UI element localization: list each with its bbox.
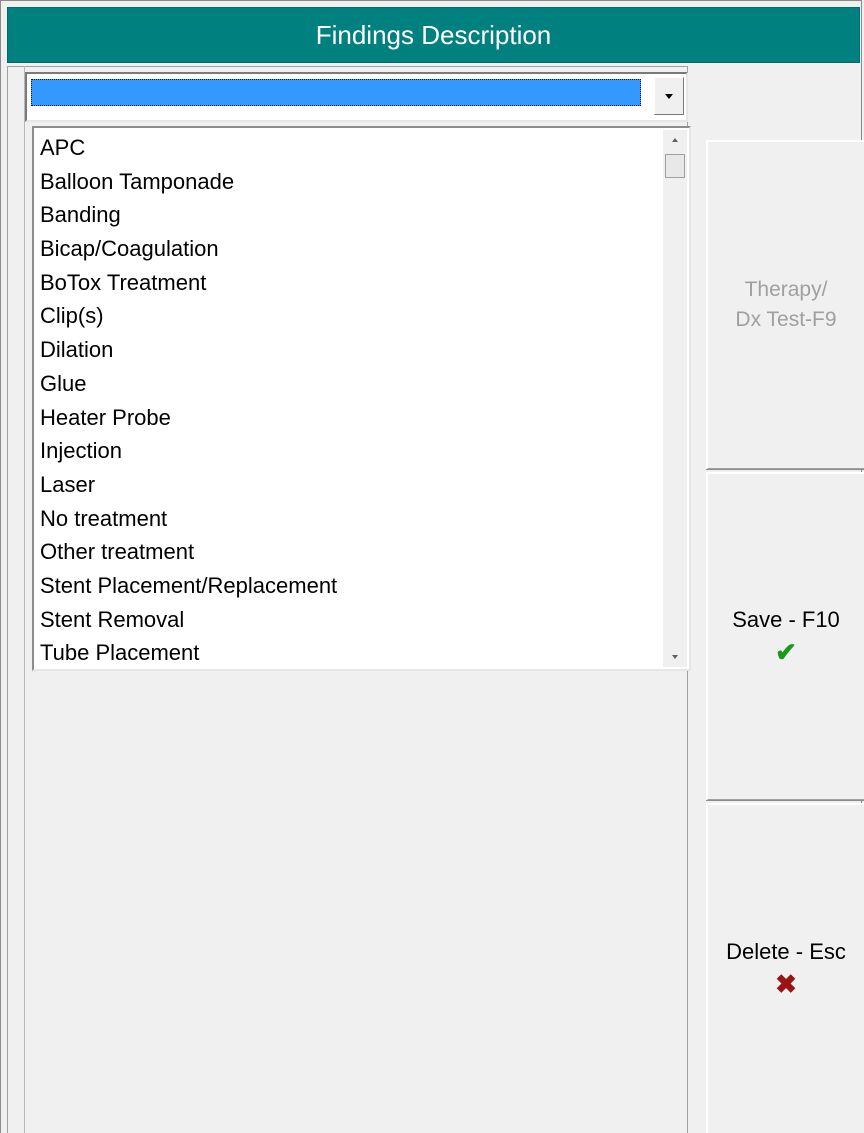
button-divider xyxy=(706,469,864,470)
list-item[interactable]: APC xyxy=(40,131,337,165)
therapy-button-label-line2: Dx Test-F9 xyxy=(735,308,837,331)
list-item[interactable]: Glue xyxy=(40,367,337,401)
list-item[interactable]: Clip(s) xyxy=(40,299,337,333)
x-icon: ✖ xyxy=(775,969,797,999)
list-item[interactable]: Tube Placement xyxy=(40,636,337,669)
delete-button-label: Delete - Esc xyxy=(726,939,846,964)
list-item[interactable]: Laser xyxy=(40,468,337,502)
listbox-scrollbar[interactable] xyxy=(663,130,687,667)
combobox-selected-value[interactable] xyxy=(31,79,641,106)
scroll-thumb[interactable] xyxy=(665,154,685,178)
dialog-title: Findings Description xyxy=(7,7,860,63)
therapy-listbox[interactable]: APC Balloon Tamponade Banding Bicap/Coagula… xyxy=(32,126,691,671)
therapy-list-items: APC Balloon Tamponade Banding Bicap/Coagula… xyxy=(40,131,337,669)
save-button-label: Save - F10 xyxy=(732,606,840,632)
scroll-down-button[interactable] xyxy=(663,647,687,667)
chevron-down-icon xyxy=(665,93,673,99)
scroll-up-button[interactable] xyxy=(663,130,687,150)
delete-button[interactable]: Delete - Esc ✖ xyxy=(706,803,864,1133)
list-item[interactable]: BoTox Treatment xyxy=(40,266,337,300)
action-button-panel: Therapy/ Dx Test-F9 Save - F10 ✔ Delete … xyxy=(706,140,864,1133)
therapy-button-label-line1: Therapy/ xyxy=(744,278,828,301)
list-item[interactable]: Banding xyxy=(40,198,337,232)
dialog-title-text: Findings Description xyxy=(315,19,552,50)
list-item[interactable]: Stent Removal xyxy=(40,603,337,637)
list-item[interactable]: No treatment xyxy=(40,502,337,536)
chevron-up-icon xyxy=(672,138,678,142)
list-item[interactable]: Bicap/Coagulation xyxy=(40,232,337,266)
list-item[interactable]: Stent Placement/Replacement xyxy=(40,569,337,603)
button-divider xyxy=(706,800,864,801)
therapy-dx-test-button[interactable]: Therapy/ Dx Test-F9 xyxy=(706,140,864,470)
chevron-down-icon xyxy=(672,655,678,659)
list-item[interactable]: Heater Probe xyxy=(40,401,337,435)
list-item[interactable]: Balloon Tamponade xyxy=(40,165,337,199)
checkmark-icon: ✔ xyxy=(775,636,797,667)
list-item[interactable]: Other treatment xyxy=(40,535,337,569)
findings-combobox[interactable] xyxy=(25,72,688,122)
left-margin-strip xyxy=(7,66,25,1133)
save-button[interactable]: Save - F10 ✔ xyxy=(706,472,864,801)
list-item[interactable]: Dilation xyxy=(40,333,337,367)
combobox-dropdown-button[interactable] xyxy=(654,77,684,115)
list-item[interactable]: Injection xyxy=(40,434,337,468)
